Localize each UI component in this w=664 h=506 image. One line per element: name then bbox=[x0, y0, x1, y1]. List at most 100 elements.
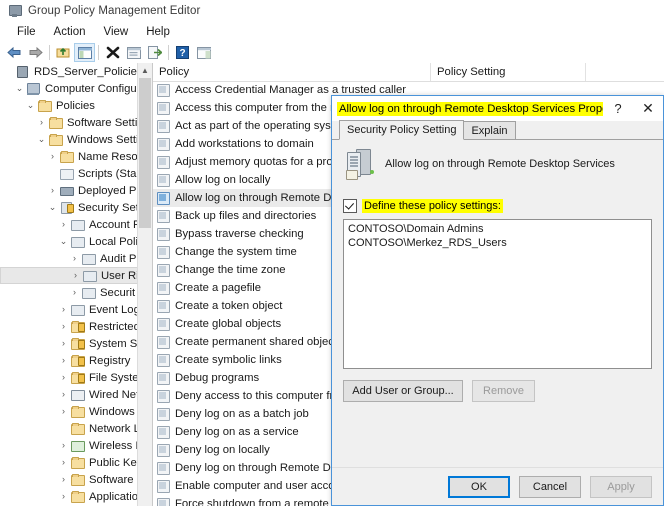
folder-icon bbox=[70, 490, 85, 503]
policy-icon bbox=[157, 300, 170, 313]
tree-expander[interactable]: › bbox=[57, 471, 70, 488]
scroll-up-arrow[interactable]: ▲ bbox=[138, 63, 152, 77]
tree-expander[interactable]: › bbox=[57, 335, 70, 352]
tree-item[interactable]: › Windows I bbox=[0, 403, 138, 420]
scroll-thumb[interactable] bbox=[139, 78, 151, 228]
tree-scrollbar[interactable]: ▲ bbox=[137, 63, 152, 506]
tree-expander[interactable]: ⌄ bbox=[13, 80, 26, 97]
folder-icon bbox=[48, 133, 63, 146]
policy-icon bbox=[157, 84, 170, 97]
tree-item[interactable]: › Public Key bbox=[0, 454, 138, 471]
tree-item[interactable]: › Securit bbox=[0, 284, 138, 301]
tree-item[interactable]: › User Ri bbox=[0, 267, 138, 284]
tree-expander[interactable]: › bbox=[57, 454, 70, 471]
add-user-or-group-button[interactable]: Add User or Group... bbox=[343, 380, 463, 402]
tree-expander[interactable]: › bbox=[68, 250, 81, 267]
tree-expander[interactable]: › bbox=[57, 386, 70, 403]
tree-item[interactable]: › Deployed Prin bbox=[0, 182, 138, 199]
menu-help[interactable]: Help bbox=[137, 24, 179, 40]
dialog-help-button[interactable]: ? bbox=[603, 97, 633, 121]
tree-expander[interactable]: › bbox=[35, 114, 48, 131]
tree-expander[interactable]: › bbox=[46, 148, 59, 165]
tab-security-policy-setting[interactable]: Security Policy Setting bbox=[339, 120, 465, 140]
tree-item[interactable]: › Audit P bbox=[0, 250, 138, 267]
tree-item[interactable]: › Software Settings bbox=[0, 114, 138, 131]
menu-action[interactable]: Action bbox=[45, 24, 95, 40]
tree-expander[interactable]: › bbox=[57, 488, 70, 505]
tree-item[interactable]: ⌄ Policies bbox=[0, 97, 138, 114]
tree-item[interactable]: › Wired Net bbox=[0, 386, 138, 403]
tree-item[interactable]: ⌄ Windows Settings bbox=[0, 131, 138, 148]
tree-item-label: Windows I bbox=[89, 405, 138, 418]
tree-expander[interactable]: › bbox=[57, 216, 70, 233]
toolbar-separator bbox=[98, 45, 99, 60]
tree-item[interactable]: Network L bbox=[0, 420, 138, 437]
policy-icon bbox=[70, 218, 85, 231]
policy-icon bbox=[157, 174, 170, 187]
tree-item[interactable]: › Registry bbox=[0, 352, 138, 369]
tree-item[interactable]: ⌄ Security Settin bbox=[0, 199, 138, 216]
tree-item[interactable]: RDS_Server_Policies [DC.CO… bbox=[0, 63, 138, 80]
tree-expander[interactable]: ⌄ bbox=[46, 199, 59, 216]
tab-explain[interactable]: Explain bbox=[463, 121, 516, 139]
tree-expander[interactable]: › bbox=[46, 182, 59, 199]
delete-button[interactable] bbox=[102, 43, 123, 62]
define-policy-settings-checkbox[interactable] bbox=[343, 199, 357, 213]
tree-expander[interactable]: › bbox=[57, 437, 70, 454]
policy-name-cell: Allow log on through Remote Deskt bbox=[175, 192, 353, 204]
column-header-policy[interactable]: Policy bbox=[153, 63, 431, 81]
menu-file[interactable]: File bbox=[8, 24, 45, 40]
tree-expander[interactable]: ⌄ bbox=[57, 233, 70, 250]
tree-expander[interactable]: ⌄ bbox=[35, 131, 48, 148]
folder-lock-icon bbox=[70, 337, 85, 350]
policy-icon bbox=[70, 235, 85, 248]
tree-item[interactable]: ⌄ Local Polic bbox=[0, 233, 138, 250]
forward-button[interactable] bbox=[25, 43, 46, 62]
dialog-close-button[interactable]: ✕ bbox=[633, 97, 663, 121]
tree-item-label: Scripts (Startu bbox=[78, 167, 138, 180]
tree-item[interactable]: › Event Log bbox=[0, 301, 138, 318]
printer-icon bbox=[59, 184, 74, 197]
show-details-pane-button[interactable] bbox=[193, 43, 214, 62]
tree-expander[interactable]: › bbox=[69, 267, 82, 284]
tree-item[interactable]: › Software R bbox=[0, 471, 138, 488]
tree-item[interactable]: › System Se bbox=[0, 335, 138, 352]
members-list-box[interactable]: CONTOSO\Domain Admins CONTOSO\Merkez_RDS_… bbox=[343, 219, 652, 369]
export-list-button[interactable] bbox=[144, 43, 165, 62]
cancel-button[interactable]: Cancel bbox=[519, 475, 581, 498]
tree-expander[interactable]: › bbox=[57, 369, 70, 386]
define-policy-settings-row[interactable]: Define these policy settings: bbox=[343, 199, 652, 213]
show-hide-console-tree-button[interactable] bbox=[74, 43, 95, 62]
list-item[interactable]: CONTOSO\Domain Admins bbox=[348, 223, 647, 237]
list-item[interactable]: CONTOSO\Merkez_RDS_Users bbox=[348, 237, 647, 251]
column-header-extra[interactable] bbox=[586, 63, 664, 81]
tree-expander[interactable]: › bbox=[68, 284, 81, 301]
menu-view[interactable]: View bbox=[95, 24, 138, 40]
tree-item[interactable]: Scripts (Startu bbox=[0, 165, 138, 182]
tree-item[interactable]: › Applicatio bbox=[0, 488, 138, 505]
tree-expander[interactable]: › bbox=[57, 301, 70, 318]
properties-button[interactable] bbox=[123, 43, 144, 62]
ok-button[interactable]: OK bbox=[448, 475, 510, 498]
tree-item[interactable]: › Wireless N bbox=[0, 437, 138, 454]
tree-expander[interactable]: › bbox=[57, 318, 70, 335]
folder-icon bbox=[48, 116, 63, 129]
tree-item[interactable]: ⌄ Computer Configuration bbox=[0, 80, 138, 97]
tree-item[interactable]: › Restricted bbox=[0, 318, 138, 335]
console-tree[interactable]: RDS_Server_Policies [DC.CO… ⌄ Computer Con… bbox=[0, 63, 138, 506]
tree-item[interactable]: › Account P bbox=[0, 216, 138, 233]
up-one-level-button[interactable] bbox=[53, 43, 74, 62]
column-header-policy-setting[interactable]: Policy Setting bbox=[431, 63, 586, 81]
tree-expander[interactable]: ⌄ bbox=[24, 97, 37, 114]
tree-item-label: Account P bbox=[89, 218, 138, 231]
tree-expander[interactable]: › bbox=[57, 352, 70, 369]
tree-item[interactable]: › Name Resolut bbox=[0, 148, 138, 165]
tree-item[interactable]: › File System bbox=[0, 369, 138, 386]
back-button[interactable] bbox=[4, 43, 25, 62]
tree-item-label: Windows Settings bbox=[67, 133, 138, 146]
tree-item-label: Deployed Prin bbox=[78, 184, 138, 197]
help-button[interactable]: ? bbox=[172, 43, 193, 62]
tree-item-label: Software R bbox=[89, 473, 138, 486]
policy-name-cell: Access this computer from the netw bbox=[175, 102, 354, 114]
tree-expander[interactable]: › bbox=[57, 403, 70, 420]
